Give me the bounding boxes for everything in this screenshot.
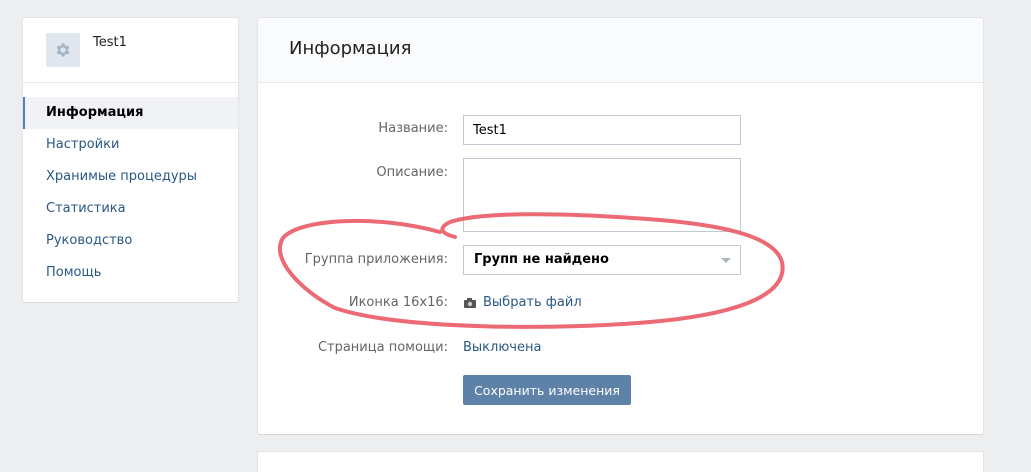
camera-icon bbox=[464, 297, 476, 308]
chevron-down-icon bbox=[721, 258, 731, 263]
sidebar-item-stored-procedures[interactable]: Хранимые процедуры bbox=[23, 161, 238, 193]
sidebar-item-statistics[interactable]: Статистика bbox=[23, 193, 238, 225]
description-label: Описание: bbox=[376, 165, 448, 180]
choose-file-label: Выбрать файл bbox=[483, 295, 582, 310]
sidebar-menu: Информация Настройки Хранимые процедуры … bbox=[23, 97, 238, 289]
next-card bbox=[258, 452, 983, 472]
sidebar-item-info[interactable]: Информация bbox=[23, 97, 238, 129]
sidebar-item-help[interactable]: Помощь bbox=[23, 257, 238, 289]
gear-icon bbox=[56, 43, 70, 57]
app-header: Test1 bbox=[23, 18, 238, 83]
main-panel: Информация Название: Описание: Группа пр… bbox=[258, 18, 983, 434]
group-label: Группа приложения: bbox=[304, 252, 448, 267]
choose-file-link[interactable]: Выбрать файл bbox=[463, 295, 582, 310]
group-select-value: Групп не найдено bbox=[474, 252, 609, 267]
description-textarea[interactable] bbox=[463, 158, 741, 232]
app-sidebar: Test1 Информация Настройки Хранимые проц… bbox=[23, 18, 238, 302]
icon-label: Иконка 16x16: bbox=[348, 295, 448, 310]
name-input[interactable] bbox=[463, 115, 741, 145]
group-select[interactable]: Групп не найдено bbox=[463, 245, 741, 275]
app-name: Test1 bbox=[93, 35, 127, 50]
sidebar-item-settings[interactable]: Настройки bbox=[23, 129, 238, 161]
help-page-label: Страница помощи: bbox=[317, 340, 448, 355]
name-label: Название: bbox=[378, 121, 448, 136]
save-button[interactable]: Сохранить изменения bbox=[463, 375, 631, 405]
sidebar-item-guide[interactable]: Руководство bbox=[23, 225, 238, 257]
page-title: Информация bbox=[289, 38, 412, 59]
help-page-toggle[interactable]: Выключена bbox=[463, 340, 541, 355]
app-avatar bbox=[46, 33, 80, 67]
